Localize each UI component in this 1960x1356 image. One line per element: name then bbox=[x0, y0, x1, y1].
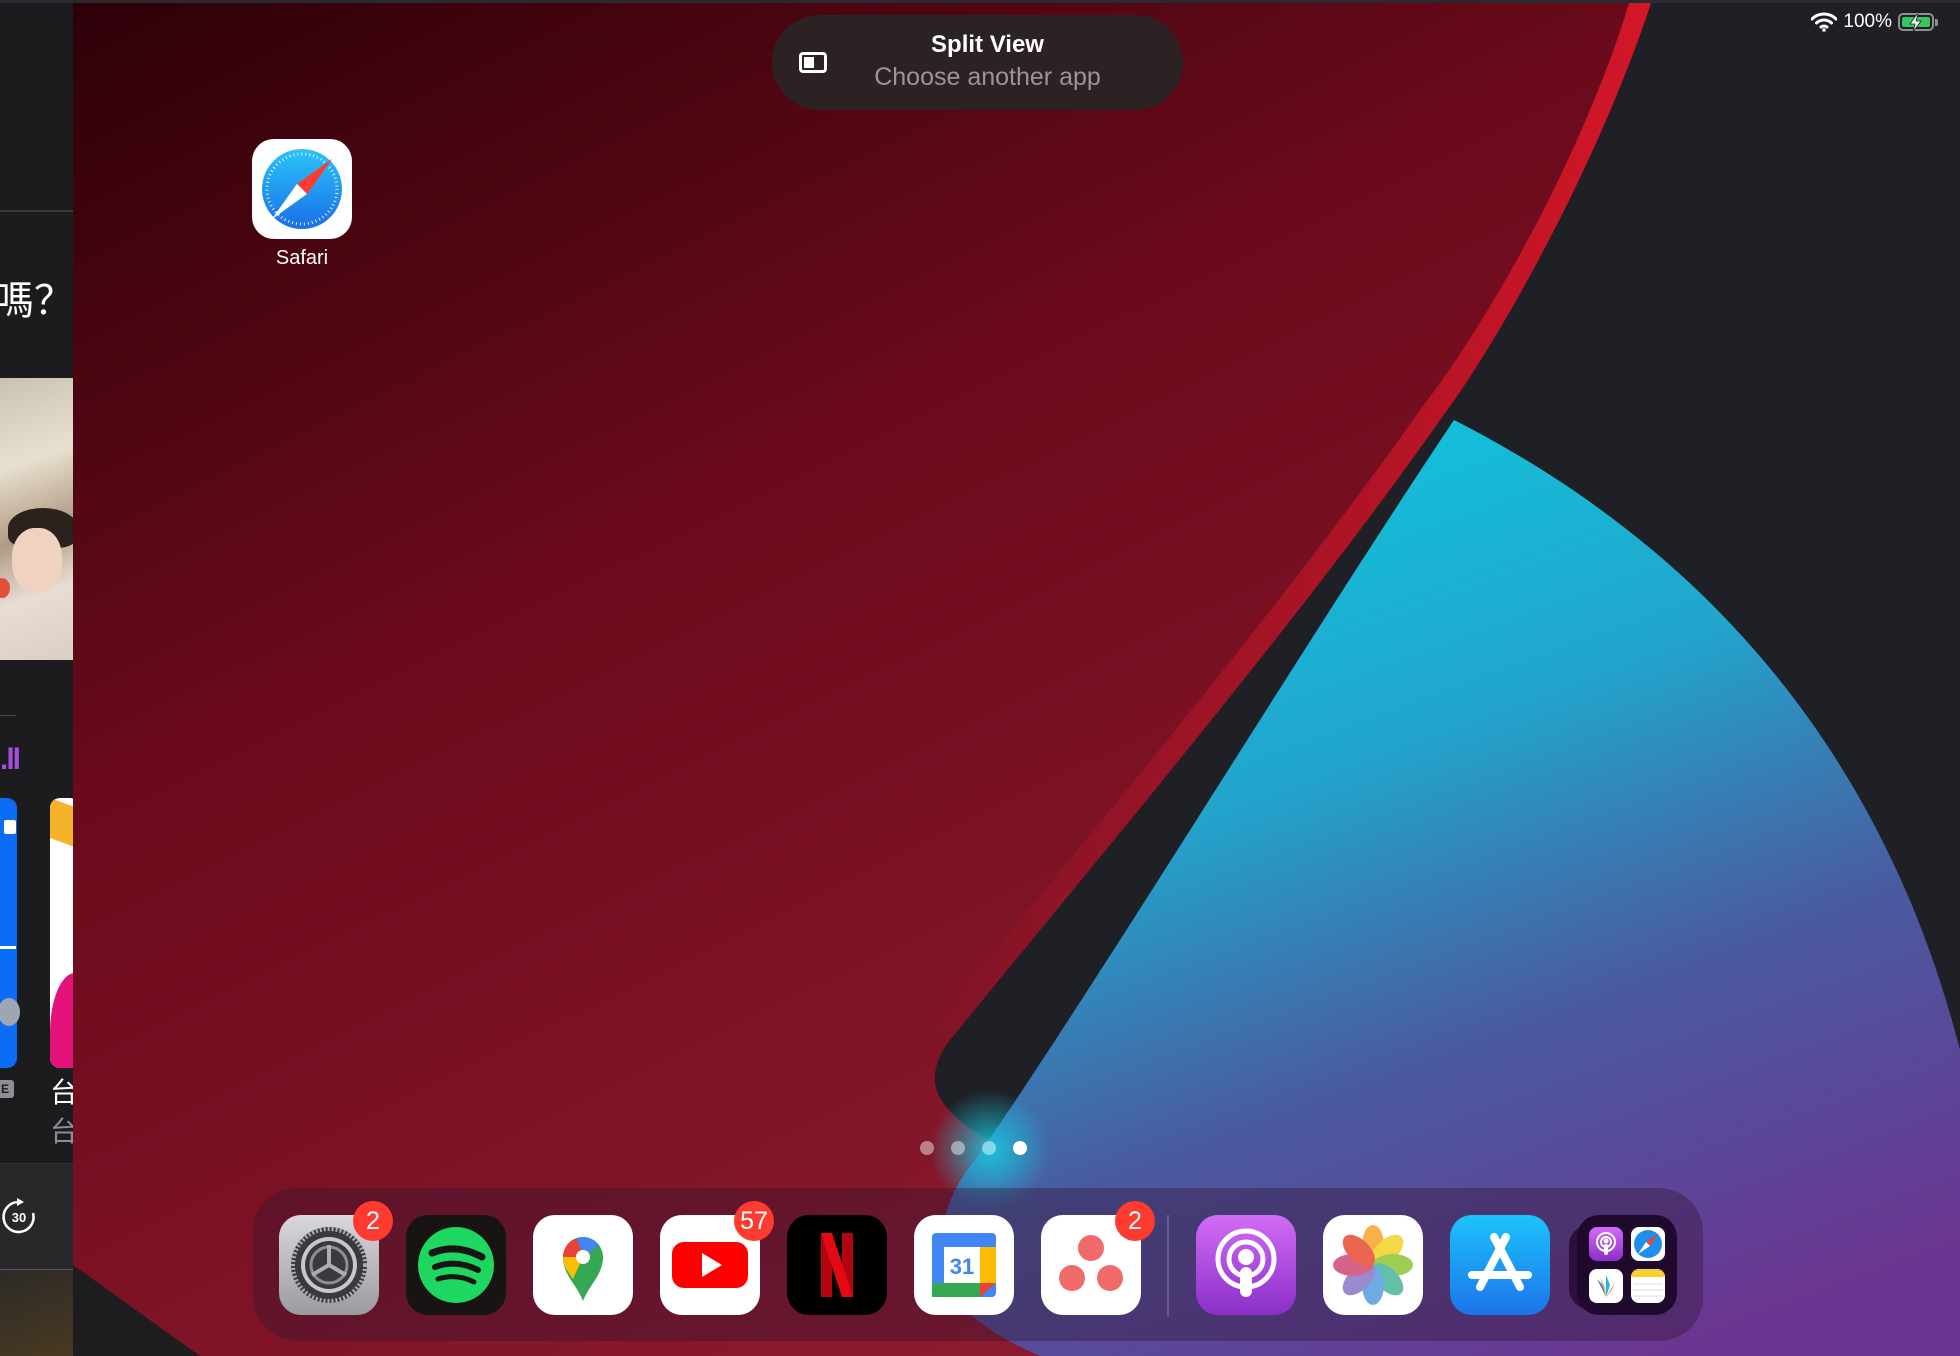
dock-app-settings[interactable]: 2 bbox=[279, 1201, 393, 1315]
google-calendar-icon: 31 bbox=[914, 1215, 1014, 1315]
mini-notes-icon bbox=[1631, 1269, 1665, 1303]
dock: 2 57 31 2 bbox=[253, 1188, 1703, 1341]
top-edge bbox=[0, 0, 1960, 3]
charging-bolt-icon bbox=[1909, 14, 1922, 32]
dock-app-google-calendar[interactable]: 31 bbox=[914, 1215, 1014, 1315]
item-subtitle: 台 bbox=[50, 1115, 73, 1148]
app-safari[interactable]: Safari bbox=[252, 139, 352, 270]
divider bbox=[0, 210, 73, 212]
dock-app-netflix[interactable] bbox=[787, 1215, 887, 1315]
album-art[interactable] bbox=[0, 1270, 73, 1356]
svg-text:30: 30 bbox=[12, 1210, 26, 1225]
app-label: Safari bbox=[275, 247, 329, 269]
app-library-icon bbox=[1577, 1215, 1677, 1315]
page-dot[interactable] bbox=[951, 1141, 965, 1155]
battery-nub bbox=[1935, 18, 1938, 26]
safari-icon bbox=[252, 139, 352, 239]
app-card[interactable] bbox=[0, 798, 20, 1068]
dock-recent-podcasts[interactable] bbox=[1196, 1215, 1296, 1315]
card-detail bbox=[50, 798, 73, 853]
photo-detail bbox=[0, 578, 10, 598]
battery-percent: 100% bbox=[1843, 11, 1892, 32]
slide-over-panel[interactable]: 嗎？ .ll E 台 台 30 bbox=[0, 3, 73, 1356]
dock-recent-app-store[interactable] bbox=[1450, 1215, 1550, 1315]
card-detail bbox=[0, 946, 16, 949]
split-view-banner: Split View Choose another app bbox=[772, 15, 1183, 110]
article-photo[interactable] bbox=[0, 378, 73, 660]
split-view-title: Split View bbox=[931, 31, 1044, 58]
dock-app-asana[interactable]: 2 bbox=[1041, 1201, 1155, 1315]
dock-recent-photos[interactable] bbox=[1323, 1215, 1423, 1315]
item-title: 台 bbox=[50, 1076, 73, 1109]
netflix-icon bbox=[787, 1215, 887, 1315]
page-indicator[interactable] bbox=[920, 1141, 1027, 1155]
dock-app-google-maps[interactable] bbox=[533, 1215, 633, 1315]
notification-badge: 2 bbox=[353, 1201, 393, 1241]
divider bbox=[0, 715, 16, 716]
dock-app-library[interactable] bbox=[1569, 1215, 1677, 1315]
app-card[interactable] bbox=[50, 798, 73, 1068]
notification-badge: 57 bbox=[734, 1201, 774, 1241]
card-detail bbox=[0, 998, 20, 1026]
headline-text: 嗎？ bbox=[0, 278, 73, 324]
spotify-icon bbox=[406, 1215, 506, 1315]
google-maps-icon bbox=[533, 1215, 633, 1315]
skip-forward-30-icon[interactable]: 30 bbox=[0, 1197, 38, 1235]
page-dot[interactable] bbox=[920, 1141, 934, 1155]
dock-app-spotify[interactable] bbox=[406, 1215, 506, 1315]
split-view-subtitle: Choose another app bbox=[874, 63, 1101, 91]
page-dot[interactable] bbox=[982, 1141, 996, 1155]
dock-app-youtube[interactable]: 57 bbox=[660, 1201, 774, 1315]
app-store-icon bbox=[1450, 1215, 1550, 1315]
card-detail bbox=[50, 973, 73, 1068]
mini-player: 30 bbox=[0, 1163, 73, 1270]
ipad-home-screen: 嗎？ .ll E 台 台 30 100% Split View Choose a… bbox=[0, 0, 1960, 1356]
photos-icon bbox=[1323, 1215, 1423, 1315]
status-bar: 100% bbox=[1811, 8, 1938, 36]
mini-safari-icon bbox=[1631, 1227, 1665, 1261]
photo-detail bbox=[12, 528, 62, 592]
page-dot-current[interactable] bbox=[1013, 1141, 1027, 1155]
podcasts-icon bbox=[1196, 1215, 1296, 1315]
dock-separator bbox=[1167, 1215, 1169, 1317]
wifi-icon bbox=[1811, 12, 1838, 32]
notification-badge: 2 bbox=[1115, 1201, 1155, 1241]
mini-artstudio-icon bbox=[1589, 1269, 1623, 1303]
battery-charging-icon bbox=[1898, 13, 1934, 32]
svg-text:31: 31 bbox=[950, 1254, 974, 1279]
explicit-badge: E bbox=[0, 1080, 14, 1098]
card-detail bbox=[4, 820, 16, 834]
equalizer-icon: .ll bbox=[0, 743, 21, 776]
mini-podcasts-icon bbox=[1589, 1227, 1623, 1261]
